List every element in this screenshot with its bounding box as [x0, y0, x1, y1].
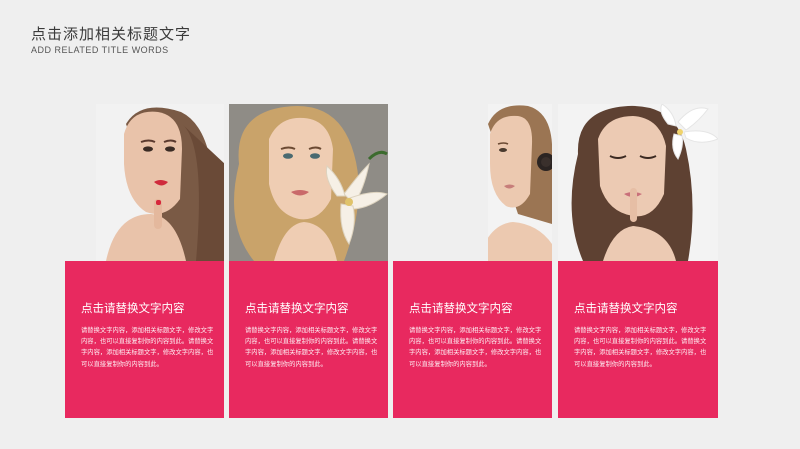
- card-3-panel: 点击请替换文字内容 请替换文字内容，添加相关标题文字，修改文字内容，也可以直接复…: [393, 261, 552, 418]
- card-3-title: 点击请替换文字内容: [409, 301, 513, 315]
- card-2-panel: 点击请替换文字内容 请替换文字内容，添加相关标题文字，修改文字内容，也可以直接复…: [229, 261, 388, 418]
- card-1-title: 点击请替换文字内容: [81, 301, 185, 315]
- card-2: 点击请替换文字内容 请替换文字内容，添加相关标题文字，修改文字内容，也可以直接复…: [229, 104, 388, 418]
- card-1-body: 请替换文字内容，添加相关标题文字，修改文字内容，也可以直接复制你的内容到此。请替…: [81, 327, 214, 368]
- card-2-title: 点击请替换文字内容: [245, 301, 349, 315]
- card-4-title: 点击请替换文字内容: [574, 301, 678, 315]
- photo-woman-2: [229, 104, 388, 261]
- card-1: 点击请替换文字内容 请替换文字内容，添加相关标题文字，修改文字内容，也可以直接复…: [65, 104, 224, 418]
- photo-woman-4: [558, 104, 718, 261]
- page-title: 点击添加相关标题文字: [31, 25, 192, 43]
- photo-woman-3: [488, 104, 552, 261]
- photo-woman-1: [96, 104, 224, 261]
- card-3-body: 请替换文字内容，添加相关标题文字，修改文字内容，也可以直接复制你的内容到此。请替…: [409, 327, 542, 368]
- card-2-body: 请替换文字内容，添加相关标题文字，修改文字内容，也可以直接复制你的内容到此。请替…: [245, 327, 378, 368]
- page-subtitle: ADD RELATED TITLE WORDS: [31, 45, 169, 55]
- card-4: 点击请替换文字内容 请替换文字内容，添加相关标题文字，修改文字内容，也可以直接复…: [558, 104, 718, 418]
- card-4-body: 请替换文字内容，添加相关标题文字，修改文字内容，也可以直接复制你的内容到此。请替…: [574, 327, 707, 368]
- card-4-panel: 点击请替换文字内容 请替换文字内容，添加相关标题文字，修改文字内容，也可以直接复…: [558, 261, 718, 418]
- header: 点击添加相关标题文字 ADD RELATED TITLE WORDS: [31, 24, 191, 55]
- card-3: 点击请替换文字内容 请替换文字内容，添加相关标题文字，修改文字内容，也可以直接复…: [393, 104, 552, 418]
- card-1-panel: 点击请替换文字内容 请替换文字内容，添加相关标题文字，修改文字内容，也可以直接复…: [65, 261, 224, 418]
